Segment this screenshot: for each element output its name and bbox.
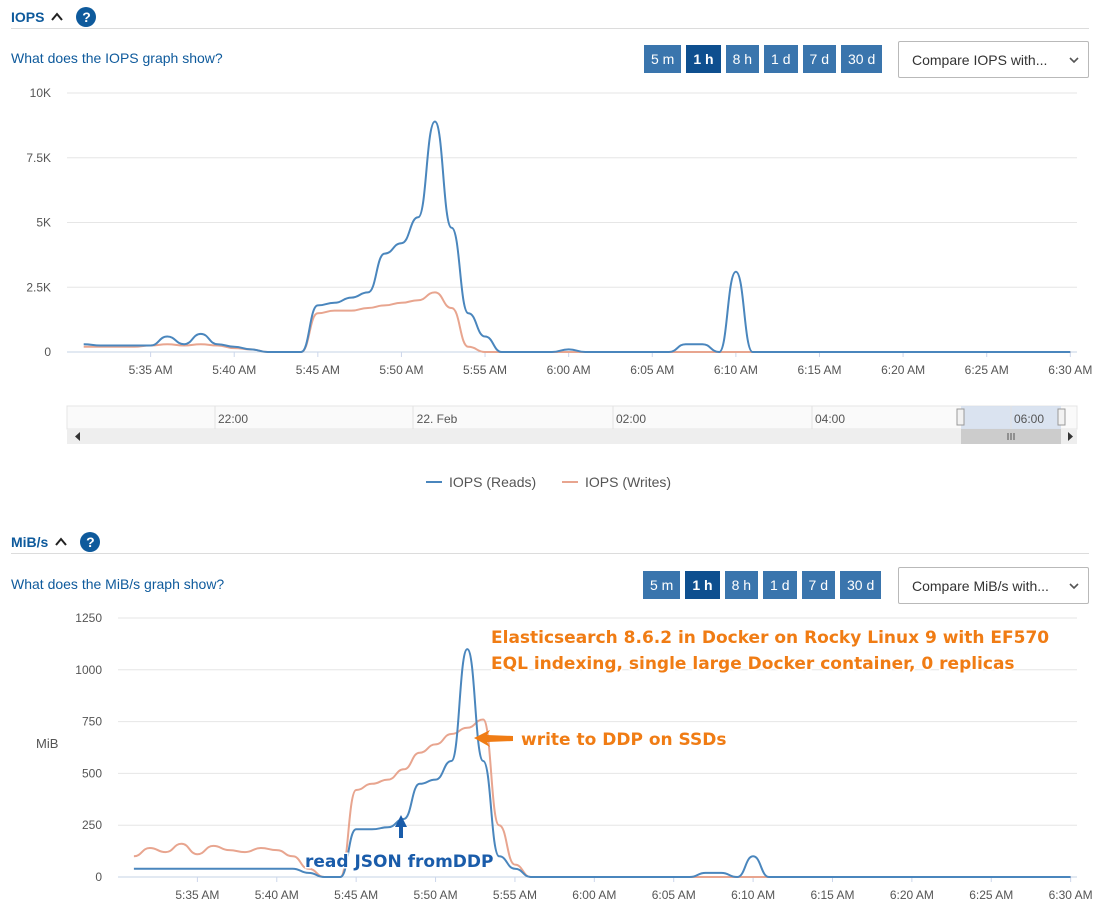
x-tick-label: 6:15 AM [797, 363, 841, 377]
mibs-series-lines [133, 648, 1071, 878]
range-button-1d[interactable]: 1 d [764, 45, 798, 73]
chevron-up-icon[interactable] [54, 535, 68, 549]
x-tick-label: 5:40 AM [212, 363, 256, 377]
x-tick-label: 6:20 AM [881, 363, 925, 377]
x-tick-label: 5:50 AM [414, 888, 458, 902]
y-tick-label: 1000 [75, 663, 102, 677]
x-tick-label: 5:35 AM [175, 888, 219, 902]
mibs-compare-label: Compare MiB/s with... [912, 577, 1049, 594]
y-tick-label: 250 [82, 818, 102, 832]
help-icon[interactable]: ? [76, 7, 97, 27]
range-button-8h[interactable]: 8 h [725, 45, 760, 73]
range-button-7d[interactable]: 7 d [802, 45, 836, 73]
iops-section-header[interactable]: IOPS ? [11, 7, 97, 27]
x-tick-label: 5:35 AM [129, 363, 173, 377]
x-tick-label: 6:25 AM [965, 363, 1009, 377]
x-tick-label: 6:20 AM [890, 888, 934, 902]
chevron-down-icon [1069, 583, 1079, 590]
mibs-range-buttons: 5 m1 h8 h1 d7 d 30 d [643, 571, 882, 599]
chevron-down-icon [1069, 57, 1079, 64]
x-tick-label: 6:25 AM [969, 888, 1013, 902]
navigator-label: 22:00 [218, 412, 248, 426]
iops-what-link[interactable]: What does the IOPS graph show? [11, 50, 223, 66]
y-tick-label: 0 [44, 345, 51, 359]
iops-range-buttons: 5 m1 h8 h1 d7 d 30 d [644, 45, 883, 73]
navigator-handle-right[interactable] [1057, 408, 1066, 426]
navigator-handle-left[interactable] [956, 408, 965, 426]
mibs-section-title: MiB/s [11, 534, 49, 550]
iops-x-tick-labels: 5:35 AM 5:40 AM 5:45 AM 5:50 AM 5:55 AM 6:00 … [129, 352, 1092, 377]
y-tick-label: 5K [36, 216, 51, 230]
x-tick-label: 5:45 AM [334, 888, 378, 902]
iops-header-divider [11, 28, 1089, 29]
annotation-title-line2: EQL indexing, single large Docker contai… [491, 654, 1015, 674]
x-tick-label: 6:10 AM [731, 888, 775, 902]
annotation-read-note: read JSON fromDDP [305, 852, 494, 872]
range-button-8h[interactable]: 8 h [724, 571, 759, 599]
x-tick-label: 5:55 AM [463, 363, 507, 377]
annotation-write-note: write to DDP on SSDs [521, 730, 726, 750]
x-tick-label: 5:55 AM [493, 888, 537, 902]
legend-reads-label[interactable]: IOPS (Reads) [449, 474, 536, 490]
navigator-label: 02:00 [616, 412, 646, 426]
range-button-30d[interactable]: 30 d [840, 45, 883, 73]
navigator-label: 22. Feb [417, 412, 458, 426]
mibs-y-axis-label: MiB [36, 736, 58, 751]
navigator-label: 06:00 [1014, 412, 1044, 426]
series-line-writes [83, 291, 1071, 353]
range-button-5m[interactable]: 5 m [644, 45, 682, 73]
x-tick-label: 6:00 AM [572, 888, 616, 902]
navigator-scrollbar[interactable] [67, 429, 1077, 444]
iops-grid [67, 92, 1077, 353]
x-tick-label: 6:30 AM [1048, 363, 1092, 377]
y-tick-label: 0 [95, 870, 102, 884]
y-tick-label: 750 [82, 715, 102, 729]
range-button-1h[interactable]: 1 h [686, 45, 721, 73]
series-line-reads [133, 648, 1071, 878]
time-navigator[interactable]: 22:00 22. Feb 02:00 04:00 06:00 [66, 405, 1078, 444]
iops-legend: IOPS (Reads) IOPS (Writes) [426, 474, 671, 490]
iops-compare-select[interactable]: Compare IOPS with... [898, 41, 1089, 78]
mibs-y-tick-labels: 0 250 500 750 1000 1250 [75, 611, 102, 884]
x-tick-label: 5:45 AM [296, 363, 340, 377]
range-button-30d[interactable]: 30 d [839, 571, 882, 599]
iops-y-tick-labels: 0 2.5K 5K 7.5K 10K [26, 86, 51, 359]
mibs-what-link[interactable]: What does the MiB/s graph show? [11, 576, 224, 592]
range-button-1d[interactable]: 1 d [763, 571, 797, 599]
y-tick-label: 7.5K [26, 151, 51, 165]
x-tick-label: 5:40 AM [255, 888, 299, 902]
range-button-1h[interactable]: 1 h [685, 571, 720, 599]
range-button-7d[interactable]: 7 d [801, 571, 835, 599]
series-line-reads [83, 120, 1071, 353]
range-button-5m[interactable]: 5 m [643, 571, 681, 599]
mibs-x-tick-labels: 5:35 AM 5:40 AM 5:45 AM 5:50 AM 5:55 AM 6:00 … [175, 877, 1093, 902]
mibs-compare-select[interactable]: Compare MiB/s with... [898, 567, 1089, 604]
y-tick-label: 1250 [75, 611, 102, 625]
help-icon[interactable]: ? [80, 532, 101, 552]
annotation-title-line1: Elasticsearch 8.6.2 in Docker on Rocky L… [491, 628, 1049, 648]
navigator-label: 04:00 [815, 412, 845, 426]
iops-series-lines [83, 120, 1071, 353]
mibs-chart: 0 250 500 750 1000 1250 5:35 AM 5:40 AM 5:45 AM… [36, 611, 1093, 902]
y-tick-label: 10K [30, 86, 51, 100]
x-tick-label: 5:50 AM [379, 363, 423, 377]
x-tick-label: 6:00 AM [547, 363, 591, 377]
x-tick-label: 6:10 AM [714, 363, 758, 377]
write-arrow-icon [474, 730, 513, 747]
legend-writes-label[interactable]: IOPS (Writes) [585, 474, 671, 490]
iops-chart: 0 2.5K 5K 7.5K 10K 5:35 AM 5:40 AM 5:45 AM 5:50… [26, 86, 1092, 490]
mibs-header-divider [11, 553, 1089, 554]
iops-section-title: IOPS [11, 9, 45, 25]
y-tick-label: 500 [82, 766, 102, 780]
x-tick-label: 6:05 AM [652, 888, 696, 902]
x-tick-label: 6:15 AM [810, 888, 854, 902]
iops-compare-label: Compare IOPS with... [912, 51, 1048, 68]
x-tick-label: 6:30 AM [1049, 888, 1093, 902]
mibs-section-header[interactable]: MiB/s ? [11, 532, 101, 552]
chevron-up-icon[interactable] [50, 10, 64, 24]
x-tick-label: 6:05 AM [630, 363, 674, 377]
y-tick-label: 2.5K [26, 280, 51, 294]
